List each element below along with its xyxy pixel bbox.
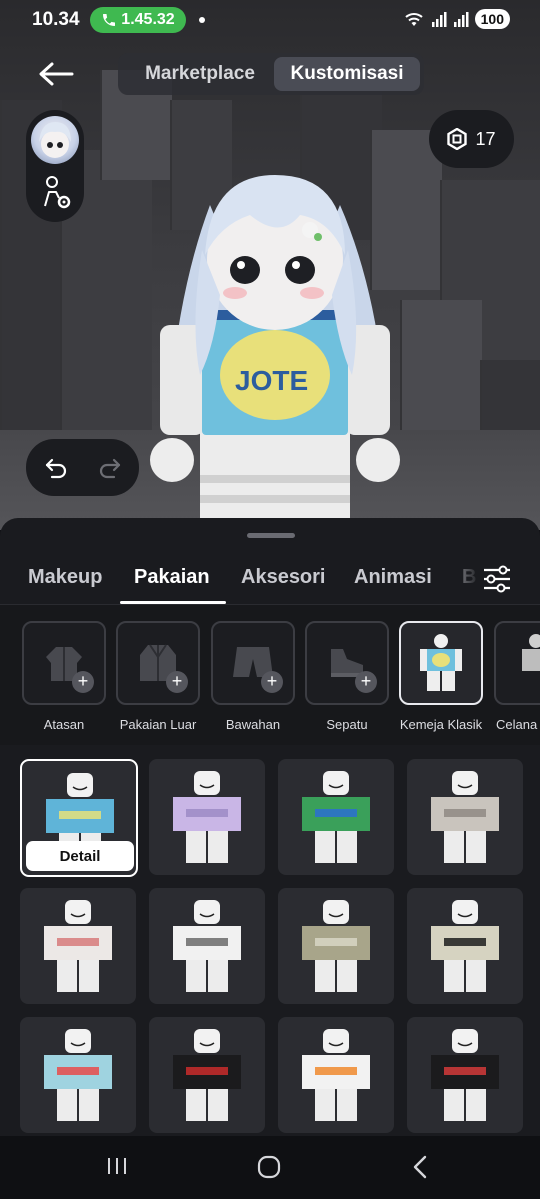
- classic-shirt-thumb: [420, 634, 462, 691]
- subcategory-tile[interactable]: +: [22, 621, 106, 705]
- shirt-item-thumb: [431, 1029, 499, 1121]
- filter-button[interactable]: [476, 558, 518, 600]
- item-tile[interactable]: [278, 1017, 394, 1133]
- classic-pants-thumb: [522, 634, 540, 671]
- item-tile[interactable]: [149, 1017, 265, 1133]
- robux-balance[interactable]: 17: [429, 110, 514, 168]
- avatar-settings-icon[interactable]: [40, 176, 72, 210]
- clock: 10.34: [32, 9, 80, 30]
- item-tile[interactable]: [407, 1017, 523, 1133]
- wifi-icon: [404, 13, 423, 26]
- signal-icon: [431, 12, 447, 27]
- subcategory-tile[interactable]: +: [305, 621, 389, 705]
- subcategory-tile[interactable]: +: [116, 621, 200, 705]
- subcategory-label: Celana: [496, 717, 538, 732]
- tab-makeup[interactable]: Makeup: [28, 566, 102, 589]
- shirt-item-thumb: [302, 1029, 370, 1121]
- notification-dot: [199, 17, 205, 23]
- tab-kustomisasi[interactable]: Kustomisasi: [274, 57, 420, 91]
- redo-icon[interactable]: [98, 457, 122, 479]
- system-icons: 100: [403, 9, 510, 29]
- status-bar: 10.34 1.45.32 100: [0, 0, 540, 42]
- subcategory-tile[interactable]: [399, 621, 483, 705]
- detail-button[interactable]: Detail: [26, 841, 134, 871]
- back-arrow-icon[interactable]: [36, 60, 76, 88]
- call-duration: 1.45.32: [121, 11, 175, 28]
- item-tile[interactable]: [149, 759, 265, 875]
- add-icon: +: [261, 671, 283, 693]
- battery-indicator: 100: [474, 9, 510, 29]
- tab-aksesori[interactable]: Aksesori: [241, 566, 326, 589]
- sheet-drag-handle[interactable]: [247, 533, 295, 538]
- avatar-side-panel: [26, 110, 84, 222]
- subcategory-label: Kemeja Klasik: [399, 717, 483, 732]
- tab-animasi[interactable]: Animasi: [354, 566, 432, 589]
- home-icon[interactable]: [256, 1154, 282, 1180]
- avatar[interactable]: [31, 116, 79, 164]
- shirt-item-thumb: [431, 771, 499, 863]
- shirt-item-thumb: [44, 900, 112, 992]
- item-tile[interactable]: [278, 759, 394, 875]
- add-icon: +: [166, 671, 188, 693]
- robux-icon: [447, 128, 468, 150]
- undo-redo-panel: [26, 439, 139, 496]
- tab-pakaian[interactable]: Pakaian: [134, 566, 210, 589]
- ongoing-call-pill[interactable]: 1.45.32: [90, 7, 186, 33]
- item-tile[interactable]: [149, 888, 265, 1004]
- subcategory-kemeja-klasik[interactable]: Kemeja Klasik: [399, 621, 483, 732]
- subcategory-sepatu[interactable]: + Sepatu: [305, 621, 389, 732]
- top-tab-switcher: Marketplace Kustomisasi: [118, 53, 424, 95]
- item-tile[interactable]: [407, 759, 523, 875]
- add-icon: +: [72, 671, 94, 693]
- item-tile[interactable]: [20, 1017, 136, 1133]
- shirt-item-thumb: [173, 1029, 241, 1121]
- signal-icon: [453, 12, 469, 27]
- subcategory-celana[interactable]: Celana: [494, 621, 540, 732]
- customization-sheet: Makeup Pakaian Aksesori Animasi B + Atas…: [0, 518, 540, 1136]
- item-tile[interactable]: [407, 888, 523, 1004]
- recent-apps-icon[interactable]: [105, 1154, 129, 1178]
- shirt-item-thumb: [173, 900, 241, 992]
- sliders-icon: [484, 565, 510, 593]
- system-nav-bar: [0, 1136, 540, 1199]
- item-tile[interactable]: [278, 888, 394, 1004]
- avatar-headshot: [39, 122, 71, 158]
- subcategory-tile[interactable]: +: [211, 621, 295, 705]
- svg-text:JOTE: JOTE: [235, 365, 308, 396]
- tab-fade: [440, 558, 480, 604]
- robux-amount: 17: [475, 128, 496, 149]
- back-icon[interactable]: [410, 1154, 430, 1180]
- item-grid: Detail: [0, 745, 540, 1136]
- add-icon: +: [355, 671, 377, 693]
- shirt-item-thumb: [302, 900, 370, 992]
- shirt-item-thumb: [173, 771, 241, 863]
- subcategory-atasan[interactable]: + Atasan: [22, 621, 106, 732]
- subcategory-strip: + Atasan + Pakaian Luar + Bawahan + Sepa…: [0, 605, 540, 745]
- phone-icon: [103, 14, 116, 26]
- tab-marketplace[interactable]: Marketplace: [128, 57, 272, 91]
- avatar-figure: JOTE: [150, 175, 400, 530]
- undo-icon[interactable]: [44, 457, 68, 479]
- shirt-item-thumb: [302, 771, 370, 863]
- shirt-item-thumb: [44, 1029, 112, 1121]
- shirt-item-thumb: [431, 900, 499, 992]
- item-tile[interactable]: [20, 888, 136, 1004]
- subcategory-tile[interactable]: [494, 621, 540, 705]
- item-tile[interactable]: Detail: [20, 759, 138, 877]
- subcategory-pakaian-luar[interactable]: + Pakaian Luar: [116, 621, 200, 732]
- subcategory-bawahan[interactable]: + Bawahan: [211, 621, 295, 732]
